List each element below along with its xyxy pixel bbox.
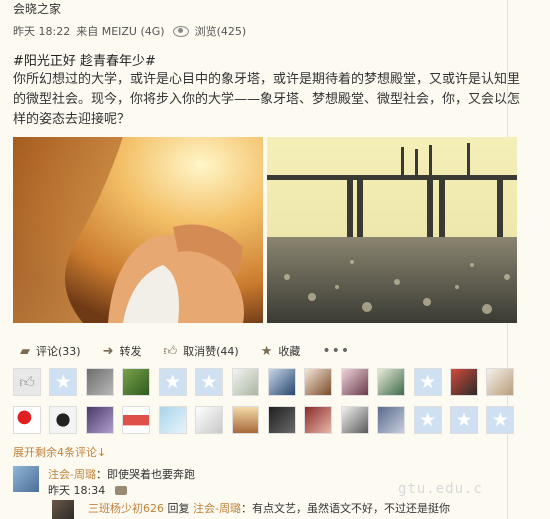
comment-item: 注会-周璐：即使哭着也要奔跑 <box>48 466 195 482</box>
reply-bubble-icon[interactable] <box>115 485 128 495</box>
avatar[interactable] <box>304 368 333 396</box>
avatar-default-star[interactable]: ★ <box>49 368 78 396</box>
topic-tag[interactable]: #阳光正好 趁青春年少# <box>13 50 156 69</box>
thumbs-up-icon: 👍︎ <box>163 343 178 359</box>
more-button[interactable]: ••• <box>322 343 350 359</box>
expand-comments-link[interactable]: 展开剩余4条评论↓ <box>13 444 106 460</box>
reply-author[interactable]: 三班杨少初626 <box>88 502 164 515</box>
avatar[interactable] <box>267 368 296 396</box>
repost-button[interactable]: ➜ 转发 <box>103 343 142 359</box>
eye-icon <box>172 25 189 37</box>
avatar-default-star[interactable]: ★ <box>158 368 187 396</box>
avatar[interactable] <box>85 406 114 434</box>
unlike-button[interactable]: 👍︎ 取消赞(44) <box>164 343 239 359</box>
avatar[interactable] <box>377 406 406 434</box>
post-text: 你所幻想过的大学，或许是心目中的象牙塔，或许是期待着的梦想殿堂，又或许是认知里的… <box>13 72 521 127</box>
avatar[interactable] <box>85 368 114 396</box>
avatar-row: 👍︎ ★ ★ ★ ★ <box>13 368 523 396</box>
comment-time: 昨天 18:34 <box>48 484 106 497</box>
avatar[interactable] <box>377 368 406 396</box>
avatar[interactable] <box>122 406 151 434</box>
avatar[interactable] <box>267 406 296 434</box>
repost-icon: ➜ <box>102 343 114 359</box>
avatar[interactable] <box>304 406 333 434</box>
star-icon: ★ <box>260 343 273 359</box>
avatar[interactable] <box>195 406 224 434</box>
comment-author[interactable]: 注会-周璐 <box>48 468 96 481</box>
avatar-default-star[interactable]: ★ <box>486 406 515 434</box>
avatar[interactable] <box>13 406 41 434</box>
reply-text: ：有点文艺，虽然语文不好，不过还是挺你 <box>240 502 450 515</box>
like-thumb-icon: 👍︎ <box>13 368 41 396</box>
photo-pier-beach[interactable] <box>267 137 517 323</box>
avatar[interactable] <box>340 368 369 396</box>
comment-text: ：即使哭着也要奔跑 <box>95 468 195 481</box>
reply-action: 回复 <box>167 502 190 515</box>
avatar[interactable] <box>49 406 78 434</box>
avatar[interactable] <box>13 466 39 492</box>
liker-avatars: 👍︎ ★ ★ ★ ★ ★ ★ ★ <box>13 368 523 444</box>
comment-icon: ▰ <box>20 343 30 359</box>
avatar[interactable] <box>340 406 369 434</box>
avatar-row: ★ ★ ★ <box>13 406 523 434</box>
avatar-default-star[interactable]: ★ <box>195 368 224 396</box>
post-source: 来自 MEIZU (4G) <box>76 25 165 38</box>
favorite-button[interactable]: ★ 收藏 <box>261 343 301 359</box>
reply-item: 三班杨少初626 回复 注会-周璐：有点文艺，虽然语文不好，不过还是挺你 <box>88 500 450 516</box>
watermark: gtu.edu.c <box>398 481 483 497</box>
avatar[interactable] <box>52 500 74 519</box>
photo-girl-sunlight[interactable] <box>13 137 263 323</box>
avatar-default-star[interactable]: ★ <box>450 406 478 434</box>
avatar[interactable] <box>450 368 478 396</box>
post-meta: 昨天 18:22 来自 MEIZU (4G) 浏览(425) <box>13 23 252 39</box>
avatar[interactable] <box>122 368 151 396</box>
action-bar: ▰ 评论(33) ➜ 转发 👍︎ 取消赞(44) ★ 收藏 ••• <box>20 343 372 359</box>
avatar[interactable] <box>231 368 260 396</box>
avatar[interactable] <box>486 368 515 396</box>
avatar-default-star[interactable]: ★ <box>413 406 442 434</box>
avatar[interactable] <box>158 406 187 434</box>
avatar-default-star[interactable]: ★ <box>413 368 442 396</box>
weibo-post: 会晓之家 昨天 18:22 来自 MEIZU (4G) 浏览(425) #阳光正… <box>0 0 528 519</box>
avatar[interactable] <box>231 406 260 434</box>
post-author[interactable]: 会晓之家 <box>13 0 61 17</box>
comment-meta: 昨天 18:34 <box>48 482 128 498</box>
reply-target[interactable]: 注会-周璐 <box>193 502 241 515</box>
view-count: 浏览(425) <box>194 25 247 38</box>
post-time: 昨天 18:22 <box>13 25 71 38</box>
comment-button[interactable]: ▰ 评论(33) <box>20 343 81 359</box>
